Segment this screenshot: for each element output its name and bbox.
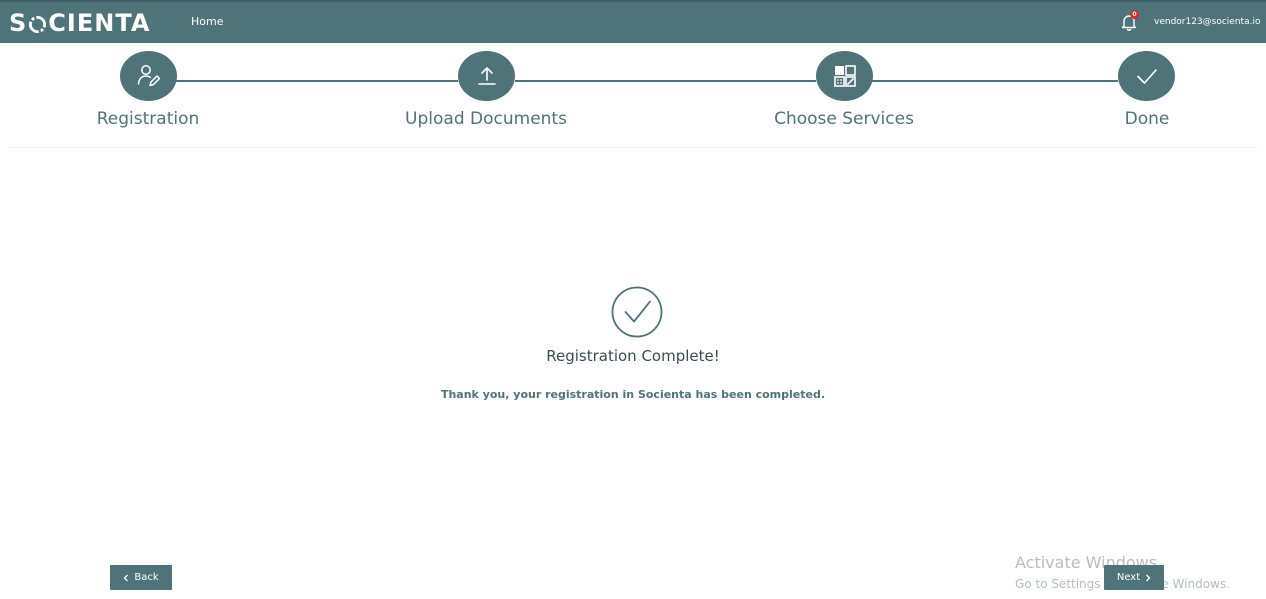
success-check-circle-icon (611, 286, 663, 338)
nav-home-link[interactable]: Home (191, 15, 223, 28)
notification-count-badge: 0 (1130, 10, 1139, 19)
next-button-label: Next (1116, 572, 1141, 583)
next-button[interactable]: Next (1104, 565, 1164, 590)
user-edit-icon (137, 65, 160, 87)
user-email-menu[interactable]: vendor123@socienta.io (1154, 17, 1260, 27)
step-choose-services[interactable] (816, 51, 873, 101)
checkmark-icon (1136, 69, 1157, 84)
chevron-right-icon (1146, 574, 1151, 581)
step-connector-2 (515, 80, 816, 82)
step-registration[interactable] (120, 51, 177, 101)
step-done[interactable] (1118, 51, 1175, 101)
socienta-logo[interactable]: S CIENTA (9, 8, 150, 38)
step-connector-1 (176, 80, 458, 82)
step-label-done: Done (1124, 109, 1170, 129)
services-grid-icon (833, 65, 856, 87)
logo-o-mark-icon (29, 15, 47, 33)
step-label-registration: Registration (96, 109, 200, 129)
chevron-left-icon (123, 574, 129, 581)
top-navigation-bar: S CIENTA Home 0 vendor123@socienta.io (0, 0, 1266, 43)
registration-complete-message: Thank you, your registration in Socienta… (440, 388, 826, 401)
back-button-label: Back (134, 572, 159, 583)
logo-text-left: S (9, 9, 28, 37)
registration-stepper: Registration Upload Documents Choose Ser… (0, 43, 1266, 148)
stepper-divider (8, 147, 1258, 148)
step-connector-3 (872, 80, 1118, 82)
back-button[interactable]: Back (110, 565, 172, 590)
registration-complete-title: Registration Complete! (546, 347, 720, 365)
step-label-choose-services: Choose Services (774, 109, 914, 129)
logo-text-right: CIENTA (48, 9, 151, 37)
step-upload-documents[interactable] (458, 51, 515, 101)
step-label-upload-documents: Upload Documents (405, 109, 567, 129)
upload-icon (477, 67, 496, 85)
